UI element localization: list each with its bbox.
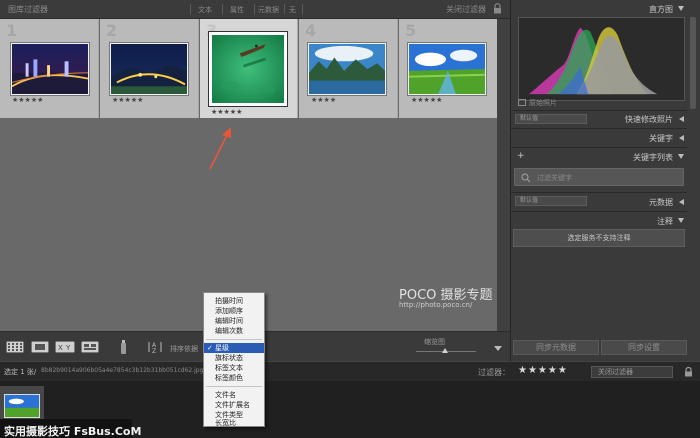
histogram-chart (518, 17, 685, 101)
filter-option-none[interactable]: 无 (289, 5, 296, 15)
thumbnail-size-label: 缩览图 (424, 338, 445, 346)
survey-view-icon[interactable] (81, 341, 99, 353)
svg-text:Z: Z (152, 348, 156, 354)
filter-option-text[interactable]: 文本 (198, 5, 212, 15)
expand-icon (679, 116, 684, 122)
collapse-icon (678, 218, 684, 223)
expand-icon (679, 135, 684, 141)
sync-settings-button[interactable]: 同步设置 (601, 340, 687, 355)
divider (222, 4, 223, 14)
menu-item[interactable]: 编辑次数 (215, 326, 243, 336)
menu-item[interactable]: 旗标状态 (215, 353, 243, 363)
svg-text:X: X (58, 344, 63, 352)
menu-item[interactable]: 标签颜色 (215, 373, 243, 383)
divider (254, 4, 255, 14)
menu-item[interactable]: 拍摄时间 (215, 296, 243, 306)
keyword-filter-input[interactable]: 过滤关键字 (514, 168, 684, 186)
brand-watermark: 实用摄影技巧 FsBus.CoM (4, 425, 142, 438)
selected-filename: 8b82b9014a906b05a4e7854c3b12b31bb051cd62… (41, 367, 204, 374)
divider (190, 4, 191, 14)
lock-icon[interactable] (684, 367, 693, 377)
grid-scrollbar[interactable] (497, 19, 510, 331)
filter-star-rating[interactable]: ★★★★★ (518, 365, 568, 376)
menu-item[interactable]: 编辑时间 (215, 316, 243, 326)
keyword-list-title: 关键字列表 (633, 153, 673, 162)
filmstrip-bar: 选定 1 张/ 8b82b9014a906b05a4e7854c3b12b31b… (0, 361, 700, 381)
menu-item[interactable]: 文件名 (215, 390, 236, 400)
photo-grid: 1 ★★★★★ 2 ★★★★★ 3 ★★★★★ 4 ★★★★ 5 ★★★★★ P… (0, 19, 497, 331)
lock-icon[interactable] (493, 3, 502, 14)
menu-divider (206, 339, 262, 340)
collapse-icon (678, 154, 684, 159)
scroll-thumb[interactable] (690, 17, 696, 109)
sort-label: 排序依据 (170, 345, 198, 353)
histogram-header[interactable]: 直方图 (511, 2, 687, 16)
selection-count: 选定 1 张/ (4, 368, 37, 376)
sync-metadata-button[interactable]: 同步元数据 (513, 340, 599, 355)
right-panel: 直方图 原始照片 默认值 快速修改照片 关键字 + 关键字列表 过滤关键字 默认… (510, 0, 700, 361)
original-photo-label: 原始照片 (529, 99, 557, 107)
right-panel-scrollbar[interactable] (687, 0, 700, 361)
divider (511, 192, 687, 193)
sort-direction-icon[interactable]: AZ (148, 340, 164, 354)
keywording-title: 关键字 (649, 134, 673, 143)
keywording-header[interactable]: 关键字 (511, 131, 687, 145)
metadata-title: 元数据 (649, 198, 673, 207)
menu-divider (206, 386, 262, 387)
filter-preset-select[interactable]: 关闭过滤器 (446, 4, 486, 15)
keyword-filter-placeholder: 过滤关键字 (537, 174, 572, 182)
menu-item-selected[interactable]: ✓ 星级 (204, 343, 264, 353)
metadata-header[interactable]: 元数据 (511, 195, 687, 209)
filter-bar-title: 图库过滤器 (8, 5, 48, 14)
histogram-title: 直方图 (649, 5, 673, 14)
divider (511, 110, 687, 111)
divider (284, 4, 285, 14)
original-photo-icon[interactable] (518, 99, 526, 106)
svg-text:Y: Y (65, 344, 71, 352)
menu-item[interactable]: 文件扩展名 (215, 400, 250, 410)
compare-view-icon[interactable]: XY (55, 341, 75, 353)
toolbar-options-icon[interactable] (490, 341, 506, 355)
filmstrip-thumbnail[interactable] (4, 394, 40, 418)
expand-icon (679, 199, 684, 205)
filter-label: 过滤器： (478, 368, 510, 377)
filter-option-metadata[interactable]: 元数据 (258, 5, 279, 15)
library-filter-bar: 图库过滤器 文本 属性 元数据 无 关闭过滤器 (0, 0, 510, 19)
spray-can-icon[interactable] (120, 339, 127, 355)
divider (511, 147, 687, 148)
menu-item-label: 星级 (215, 344, 229, 352)
divider (511, 211, 687, 212)
comments-header[interactable]: 注释 (511, 214, 687, 228)
filter-option-attribute[interactable]: 属性 (230, 5, 244, 15)
quick-develop-header[interactable]: 快速修改照片 (511, 112, 687, 126)
keyword-list-header[interactable]: 关键字列表 (511, 150, 687, 164)
divider (511, 128, 687, 129)
divider (302, 4, 303, 14)
filter-preset-dropdown[interactable]: 关闭过滤器 (591, 366, 673, 378)
slider-knob[interactable] (442, 348, 448, 353)
menu-item[interactable]: 长宽比 (215, 418, 236, 428)
comments-note: 选定服务不支持注释 (513, 229, 685, 247)
grid-view-icon[interactable] (6, 341, 24, 353)
quick-develop-title: 快速修改照片 (625, 115, 673, 124)
loupe-view-icon[interactable] (31, 341, 49, 353)
checkmark-icon: ✓ (207, 344, 213, 352)
watermark-url: http://photo.poco.cn/ (399, 301, 473, 309)
menu-item[interactable]: 标签文本 (215, 363, 243, 373)
search-icon (521, 173, 531, 183)
comments-title: 注释 (657, 217, 673, 226)
collapse-icon (678, 6, 684, 11)
menu-item[interactable]: 添加顺序 (215, 306, 243, 316)
sort-menu: 拍摄时间 添加顺序 编辑时间 编辑次数 ✓ 星级 旗标状态 标签文本 标签颜色 文… (203, 292, 265, 427)
